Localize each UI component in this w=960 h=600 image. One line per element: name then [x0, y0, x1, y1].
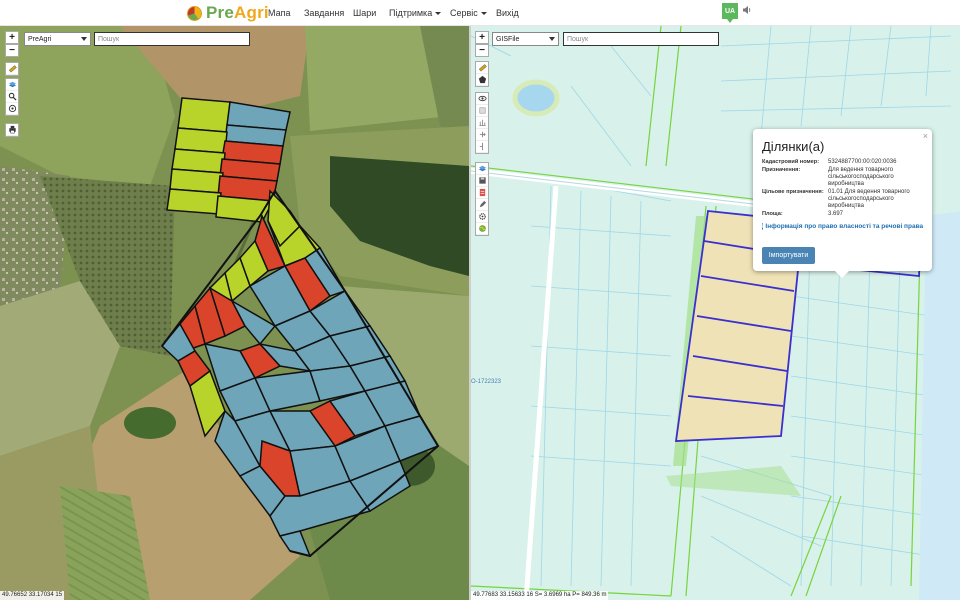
- popup-row-key: Кадастровий номер:: [762, 159, 820, 165]
- zoom-out-button[interactable]: −: [475, 44, 489, 57]
- edit-icon[interactable]: [476, 199, 488, 211]
- square-icon[interactable]: [476, 105, 488, 117]
- left-toolbox-2: [5, 78, 19, 116]
- nav-service[interactable]: Сервіс: [450, 8, 487, 18]
- left-coordinates: 49.76652 33.17034 15: [0, 591, 65, 600]
- zoom-in-button[interactable]: +: [5, 31, 19, 44]
- popup-row-purpose: Призначення: Для ведення товарного сільс…: [762, 167, 923, 188]
- polygon-icon[interactable]: [476, 74, 488, 86]
- left-toolbox-3: [5, 123, 19, 137]
- info-icon: i: [762, 223, 764, 230]
- close-icon[interactable]: ×: [923, 131, 928, 141]
- nav-support[interactable]: Підтримка: [389, 8, 442, 18]
- popup-row-key: Призначення:: [762, 167, 801, 173]
- gis-layer-select-value: GISFile: [496, 35, 520, 43]
- speaker-icon[interactable]: [742, 5, 752, 15]
- base-layer-select-value: PreAgri: [28, 35, 52, 43]
- popup-row-cadastral: Кадастровий номер: 5324887700:00:020:003…: [762, 159, 923, 166]
- ownership-info-link[interactable]: i Інформація про право власності та речо…: [762, 223, 923, 230]
- language-badge[interactable]: UA: [722, 3, 738, 23]
- chevron-down-icon: [480, 12, 487, 16]
- right-toolbox-2: [475, 92, 489, 154]
- eye-icon[interactable]: [476, 93, 488, 105]
- doc-icon[interactable]: [476, 187, 488, 199]
- coords-value: 49.77683 33.15633 16: [473, 592, 534, 598]
- pond: [512, 79, 560, 117]
- search-input[interactable]: Пошук: [94, 32, 250, 46]
- nav-tasks[interactable]: Завдання: [304, 8, 344, 18]
- brand-logo[interactable]: PreAgri: [187, 3, 269, 22]
- field-plot[interactable]: [166, 188, 222, 215]
- popup-row-value: 5324887700:00:020:0036: [828, 159, 897, 165]
- measure-value: S= 3.6969 ha P= 849.36 m: [534, 592, 607, 598]
- nav-map[interactable]: Мапа: [268, 8, 290, 18]
- satellite-map[interactable]: [0, 26, 469, 600]
- preagri-logo-icon: [187, 5, 202, 21]
- chart-icon[interactable]: [476, 117, 488, 129]
- save-icon[interactable]: [476, 175, 488, 187]
- satellite-map-panel[interactable]: + − PreAgri Пошук 49.76652 33.17034 15: [0, 26, 469, 600]
- popup-title: Ділянки(а): [762, 139, 825, 154]
- search-icon[interactable]: [6, 91, 18, 103]
- layers-icon[interactable]: [476, 163, 488, 175]
- top-navbar: PreAgri Мапа Завдання Шари Підтримка Сер…: [0, 0, 960, 26]
- brand-name: PreAgri: [206, 3, 269, 22]
- nav-layers[interactable]: Шари: [353, 8, 376, 18]
- tree-patch: [124, 407, 176, 439]
- right-coordinates: 49.77683 33.15633 16 S= 3.6969 ha P= 849…: [471, 591, 609, 600]
- base-layer-select[interactable]: PreAgri: [24, 32, 91, 46]
- popup-row-area: Площа: 3.697: [762, 211, 923, 218]
- ownership-info-label: Інформація про право власності та речові…: [765, 223, 924, 230]
- popup-row-value: 01.01 Для ведення товарного сільськогосп…: [828, 189, 910, 209]
- popup-row-key: Цільове призначення:: [762, 189, 824, 195]
- right-toolbox-1: [475, 61, 489, 87]
- chevron-down-icon: [549, 37, 555, 41]
- zoom-in-button[interactable]: +: [475, 31, 489, 44]
- ruler-icon[interactable]: [476, 62, 488, 74]
- import-button[interactable]: Імпортувати: [762, 247, 815, 264]
- chevron-down-icon: [435, 12, 442, 16]
- popup-row-target-purpose: Цільове призначення: 01.01 Для ведення т…: [762, 189, 923, 210]
- field-plot[interactable]: [177, 97, 231, 133]
- zoom-out-button[interactable]: −: [5, 44, 19, 57]
- search-input[interactable]: Пошук: [563, 32, 719, 46]
- cadastral-map-panel[interactable]: О-1722323 + − GISFile Пошук 49.77683 33.…: [469, 26, 960, 600]
- layers-icon[interactable]: [6, 79, 18, 91]
- popup-row-value: Для ведення товарного сільськогосподарсь…: [828, 167, 894, 187]
- parcel-code-label: О-1722323: [471, 379, 502, 385]
- ruler-icon[interactable]: [6, 63, 18, 75]
- cadastral-map[interactable]: О-1722323: [471, 26, 960, 600]
- right-toolbox-3: [475, 162, 489, 236]
- nav-service-label: Сервіс: [450, 8, 478, 18]
- merge-icon[interactable]: [476, 141, 488, 153]
- nav-support-label: Підтримка: [389, 8, 433, 18]
- popup-row-value: 3.697: [828, 211, 844, 217]
- split-icon[interactable]: [476, 129, 488, 141]
- parcel-info-popup: × Ділянки(а) Кадастровий номер: 53248877…: [753, 129, 932, 278]
- gear-icon[interactable]: [476, 211, 488, 223]
- target-icon[interactable]: [6, 103, 18, 115]
- popup-row-key: Площа:: [762, 211, 783, 217]
- print-icon[interactable]: [6, 124, 18, 136]
- globe-icon[interactable]: [476, 223, 488, 235]
- chevron-down-icon: [81, 37, 87, 41]
- left-toolbox: [5, 62, 19, 76]
- gis-layer-select[interactable]: GISFile: [492, 32, 559, 46]
- nav-logout[interactable]: Вихід: [496, 8, 519, 18]
